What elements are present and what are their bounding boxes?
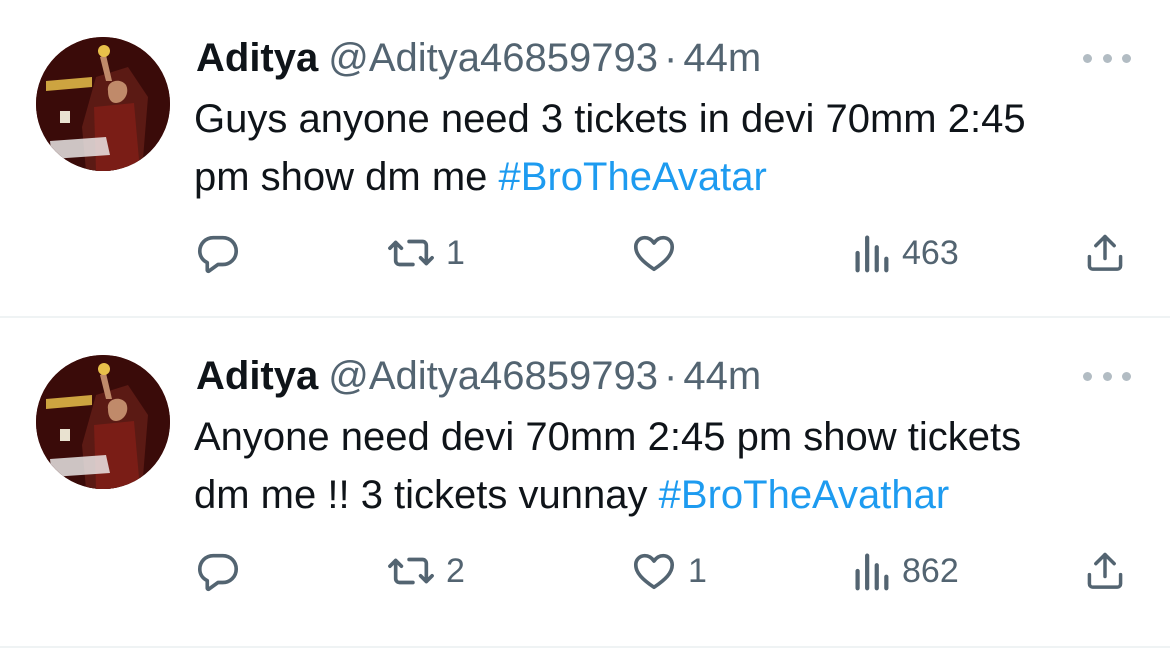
reply-icon [197, 553, 239, 592]
tweet-text-line: pm show dm me [194, 155, 499, 199]
author-handle[interactable]: @Aditya46859793 [328, 354, 658, 398]
tweet-header: Aditya @Aditya46859793 · 44m [196, 352, 761, 400]
reply-button[interactable] [195, 228, 251, 278]
timestamp[interactable]: 44m [683, 36, 761, 80]
retweet-icon [388, 239, 434, 267]
like-button[interactable] [630, 228, 688, 278]
retweet-count: 2 [446, 551, 465, 590]
more-icon[interactable] [1083, 364, 1131, 388]
hashtag-link[interactable]: #BroTheAvatar [499, 155, 767, 199]
retweet-count: 1 [446, 233, 465, 272]
share-button[interactable] [1083, 228, 1127, 278]
retweet-button[interactable]: 2 [386, 546, 465, 596]
reply-icon [197, 235, 239, 274]
timestamp[interactable]: 44m [683, 354, 761, 398]
hashtag-link[interactable]: #BroTheAvathar [659, 473, 950, 517]
divider [0, 646, 1170, 648]
views-button[interactable]: 463 [850, 228, 959, 278]
tweet-text-line: dm me !! 3 tickets vunnay [194, 473, 659, 517]
heart-icon [633, 553, 675, 590]
like-button[interactable]: 1 [630, 546, 707, 596]
author-handle[interactable]: @Aditya46859793 [328, 36, 658, 80]
tweet-text: Anyone need devi 70mm 2:45 pm show ticke… [194, 408, 1154, 524]
more-icon[interactable] [1083, 46, 1131, 70]
share-icon [1087, 552, 1123, 589]
heart-icon [633, 235, 675, 272]
like-count: 1 [688, 551, 707, 590]
views-button[interactable]: 862 [850, 546, 959, 596]
retweet-button[interactable]: 1 [386, 228, 465, 278]
separator-dot: · [664, 354, 678, 398]
tweet-actions: 2 1 862 [0, 546, 1170, 596]
tweet-actions: 1 463 [0, 228, 1170, 278]
tweet-text-line: Anyone need devi 70mm 2:45 pm show ticke… [194, 415, 1022, 459]
separator-dot: · [664, 36, 678, 80]
retweet-icon [388, 557, 434, 585]
views-count: 463 [902, 233, 959, 272]
tweet-text-line: Guys anyone need 3 tickets in devi 70mm … [194, 97, 1026, 141]
tweet-feed: Aditya @Aditya46859793 · 44m Guys anyone ne… [0, 0, 1170, 649]
tweet[interactable]: Aditya @Aditya46859793 · 44m Anyone need de… [0, 318, 1170, 648]
share-button[interactable] [1083, 546, 1127, 596]
views-count: 862 [902, 551, 959, 590]
author-name[interactable]: Aditya [196, 354, 318, 398]
avatar[interactable] [36, 37, 170, 171]
share-icon [1087, 234, 1123, 271]
reply-button[interactable] [195, 546, 251, 596]
author-name[interactable]: Aditya [196, 36, 318, 80]
tweet-header: Aditya @Aditya46859793 · 44m [196, 34, 761, 82]
avatar[interactable] [36, 355, 170, 489]
tweet[interactable]: Aditya @Aditya46859793 · 44m Guys anyone ne… [0, 0, 1170, 318]
tweet-text: Guys anyone need 3 tickets in devi 70mm … [194, 90, 1154, 206]
views-icon [855, 235, 889, 273]
views-icon [855, 553, 889, 591]
